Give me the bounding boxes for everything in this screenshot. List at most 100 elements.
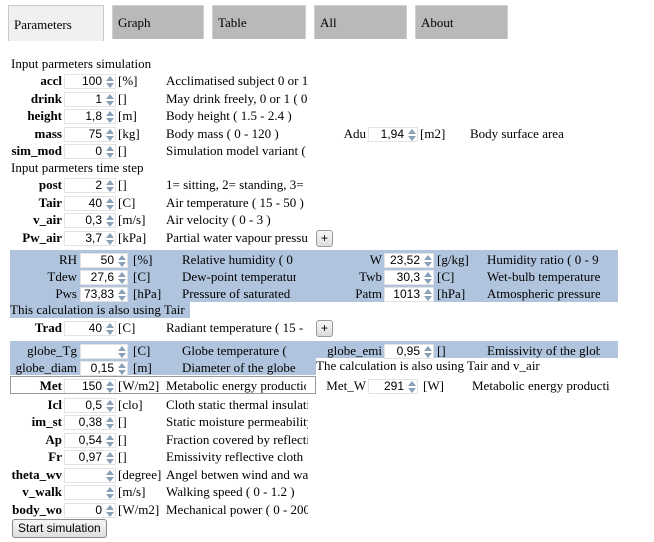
param-input-accl[interactable]: 100 <box>64 74 116 89</box>
param-value-tdew: 27,6 <box>90 270 114 284</box>
param-input-globe-tg[interactable] <box>80 344 128 359</box>
globe-note: The calculation is also using Tair and v… <box>316 358 540 373</box>
param-value-accl: 100 <box>81 74 102 88</box>
expand-globe-button[interactable]: + <box>316 320 333 337</box>
param-input-trad[interactable]: 40 <box>64 321 116 336</box>
param-desc-body-wo: Mechanical power ( 0 - 200 <box>166 502 308 517</box>
param-desc-globe-tg: Globe temperature ( <box>182 343 287 358</box>
param-value-sim-mod: 0 <box>95 144 102 158</box>
expand-humidity-button[interactable]: + <box>316 230 333 247</box>
param-unit-tair: [C] <box>118 195 136 210</box>
met-highlight-box <box>10 376 316 394</box>
spinner-icon[interactable] <box>406 381 416 393</box>
param-input-rh[interactable]: 50 <box>80 253 128 268</box>
param-value-rh: 50 <box>100 253 114 267</box>
param-label-icl: Icl <box>47 397 62 412</box>
spinner-icon[interactable] <box>104 198 114 210</box>
param-input-twb[interactable]: 30,3 <box>384 270 434 285</box>
humidity-note: This calculation is also using Tair <box>10 302 185 317</box>
param-unit-globe-diam: [m] <box>133 360 152 375</box>
param-input-patm[interactable]: 1013 <box>384 287 434 302</box>
spinner-icon[interactable] <box>104 215 114 227</box>
param-value-post: 2 <box>95 178 102 192</box>
spinner-icon[interactable] <box>422 272 432 284</box>
spinner-icon[interactable] <box>116 272 126 284</box>
start-simulation-button[interactable]: Start simulation <box>12 519 107 538</box>
tab-about[interactable]: About <box>415 5 508 39</box>
param-label-drink: drink <box>30 91 62 106</box>
param-unit-height: [m] <box>118 108 137 123</box>
spinner-icon[interactable] <box>116 363 126 375</box>
param-input-pws[interactable]: 73,83 <box>80 287 128 302</box>
param-input-globe-emi[interactable]: 0,95 <box>384 344 434 359</box>
spinner-icon[interactable] <box>116 346 126 358</box>
param-label-theta-wv: theta_wv <box>11 467 62 482</box>
param-desc-patm: Atmospheric pressure <box>487 286 600 301</box>
spinner-icon[interactable] <box>104 233 114 245</box>
param-input-tair[interactable]: 40 <box>64 196 116 211</box>
spinner-icon[interactable] <box>104 146 114 158</box>
spinner-icon[interactable] <box>104 323 114 335</box>
param-input-tdew[interactable]: 27,6 <box>80 270 128 285</box>
spinner-icon[interactable] <box>406 129 416 141</box>
param-unit-post: [] <box>118 177 127 192</box>
spinner-icon[interactable] <box>104 111 114 123</box>
param-input-drink[interactable]: 1 <box>64 92 116 107</box>
param-value-drink: 1 <box>95 92 102 106</box>
param-input-theta-wv[interactable] <box>64 468 116 483</box>
param-unit-theta-wv: [degree] <box>118 467 162 482</box>
spinner-icon[interactable] <box>104 470 114 482</box>
spinner-icon[interactable] <box>422 289 432 301</box>
spinner-icon[interactable] <box>104 452 114 464</box>
param-input-globe-diam[interactable]: 0,15 <box>80 361 128 376</box>
spinner-icon[interactable] <box>104 487 114 499</box>
param-input-w[interactable]: 23,52 <box>384 253 434 268</box>
spinner-icon[interactable] <box>422 255 432 267</box>
spinner-icon[interactable] <box>104 435 114 447</box>
spinner-icon[interactable] <box>116 255 126 267</box>
param-desc-height: Body height ( 1.5 - 2.4 ) <box>166 108 292 123</box>
param-input-icl[interactable]: 0,5 <box>64 398 116 413</box>
spinner-icon[interactable] <box>104 505 114 517</box>
spinner-icon[interactable] <box>104 417 114 429</box>
param-input-sim-mod[interactable]: 0 <box>64 144 116 159</box>
spinner-icon[interactable] <box>116 289 126 301</box>
param-input-body-wo[interactable]: 0 <box>64 503 116 518</box>
tab-graph[interactable]: Graph <box>112 5 204 39</box>
param-input-fr[interactable]: 0,97 <box>64 450 116 465</box>
tab-table[interactable]: Table <box>212 5 306 39</box>
param-input-post[interactable]: 2 <box>64 178 116 193</box>
param-label-sim-mod: sim_mod <box>11 143 62 158</box>
param-input-height[interactable]: 1,8 <box>64 109 116 124</box>
param-unit-adu: [m2] <box>420 126 446 141</box>
spinner-icon[interactable] <box>104 129 114 141</box>
param-input-v-walk[interactable] <box>64 485 116 500</box>
param-desc-globe-diam: Diameter of the globe <box>182 360 296 375</box>
param-input-met-w[interactable]: 291 <box>368 379 418 394</box>
param-input-v-air[interactable]: 0,3 <box>64 213 116 228</box>
param-input-adu[interactable]: 1,94 <box>368 127 418 142</box>
param-desc-tair: Air temperature ( 15 - 50 ) <box>166 195 304 210</box>
spinner-icon[interactable] <box>104 76 114 88</box>
param-label-pws: Pws <box>55 286 77 301</box>
param-input-pw-air[interactable]: 3,7 <box>64 231 116 246</box>
param-input-mass[interactable]: 75 <box>64 127 116 142</box>
param-value-height: 1,8 <box>85 109 102 123</box>
spinner-icon[interactable] <box>104 400 114 412</box>
param-unit-patm: [hPa] <box>437 286 466 301</box>
param-label-globe-emi: globe_emi <box>327 343 382 358</box>
param-desc-fr: Emissivity reflective cloth <box>166 449 304 464</box>
param-value-trad: 40 <box>88 321 102 335</box>
param-value-ap: 0,54 <box>78 433 102 447</box>
tab-all[interactable]: All <box>314 5 407 39</box>
param-value-fr: 0,97 <box>78 450 102 464</box>
spinner-icon[interactable] <box>422 346 432 358</box>
tab-parameters[interactable]: Parameters <box>8 5 104 41</box>
param-input-ap[interactable]: 0,54 <box>64 433 116 448</box>
param-input-im-st[interactable]: 0,38 <box>64 415 116 430</box>
param-desc-v-walk: Walking speed ( 0 - 1.2 ) <box>166 484 295 499</box>
spinner-icon[interactable] <box>104 94 114 106</box>
spinner-icon[interactable] <box>104 180 114 192</box>
param-unit-w: [g/kg] <box>437 252 469 267</box>
param-desc-met-w: Metabolic energy producti <box>472 378 610 393</box>
